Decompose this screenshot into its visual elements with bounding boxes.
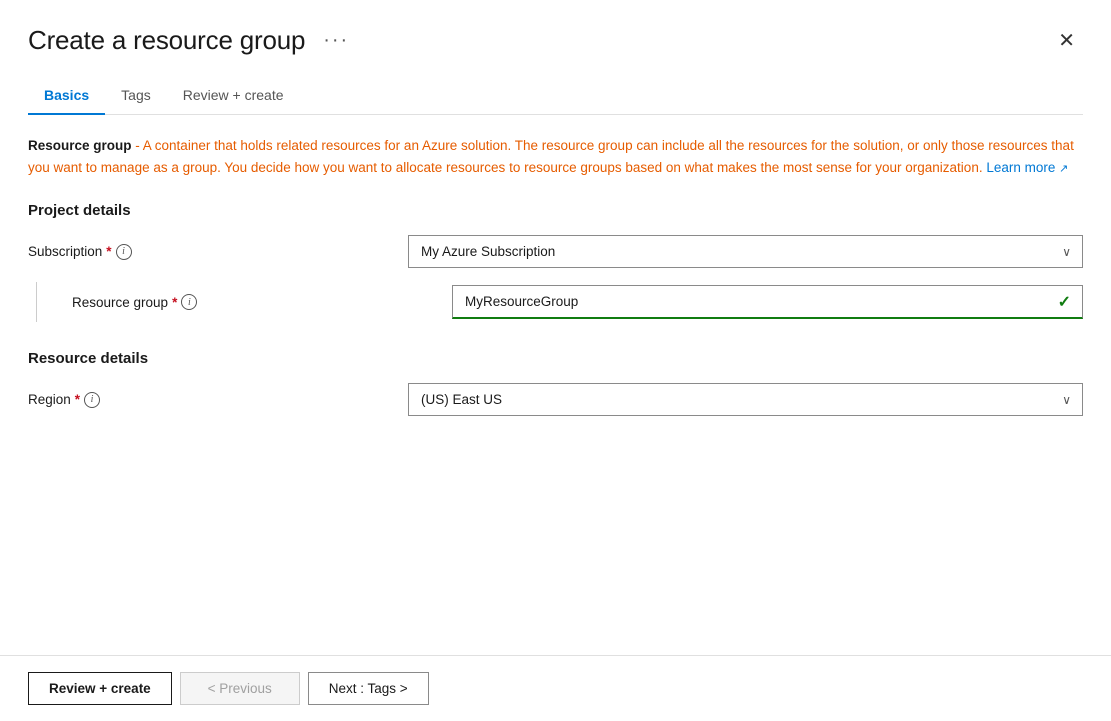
- resource-group-required: *: [172, 295, 177, 310]
- project-details-title: Project details: [28, 202, 1083, 219]
- indent-line: [36, 282, 64, 322]
- description-text: Resource group - A container that holds …: [28, 135, 1083, 178]
- tab-tags[interactable]: Tags: [105, 77, 167, 115]
- next-tags-button[interactable]: Next : Tags >: [308, 672, 429, 705]
- subscription-info-icon[interactable]: i: [116, 244, 132, 260]
- subscription-row: Subscription * i My Azure Subscription ∨: [28, 235, 1083, 268]
- dialog-header: Create a resource group ··· ✕: [0, 0, 1111, 57]
- tab-bar: Basics Tags Review + create: [28, 77, 1083, 115]
- region-label: Region * i: [28, 392, 408, 408]
- review-create-button[interactable]: Review + create: [28, 672, 172, 705]
- resource-group-control: MyResourceGroup ✓: [452, 285, 1083, 319]
- region-row: Region * i (US) East US ∨: [28, 383, 1083, 416]
- subscription-label: Subscription * i: [28, 244, 408, 260]
- region-select-wrapper: (US) East US ∨: [408, 383, 1083, 416]
- indent-content: Resource group * i MyResourceGroup ✓: [72, 285, 1083, 319]
- resource-group-select-wrapper: MyResourceGroup ✓: [452, 285, 1083, 319]
- dialog-footer: Review + create < Previous Next : Tags >: [0, 655, 1111, 721]
- tab-basics[interactable]: Basics: [28, 77, 105, 115]
- subscription-control: My Azure Subscription ∨: [408, 235, 1083, 268]
- resource-group-select[interactable]: MyResourceGroup: [452, 285, 1083, 319]
- region-control: (US) East US ∨: [408, 383, 1083, 416]
- learn-more-link[interactable]: Learn more: [986, 160, 1055, 175]
- subscription-select[interactable]: My Azure Subscription: [408, 235, 1083, 268]
- previous-button: < Previous: [180, 672, 300, 705]
- region-select[interactable]: (US) East US: [408, 383, 1083, 416]
- resource-group-row: Resource group * i MyResourceGroup ✓: [28, 282, 1083, 322]
- description-body: - A container that holds related resourc…: [28, 138, 1074, 175]
- resource-details-title: Resource details: [28, 350, 1083, 367]
- dialog-title: Create a resource group: [28, 25, 305, 56]
- subscription-required: *: [106, 244, 111, 259]
- resource-details-section: Resource details Region * i (US) East US…: [28, 350, 1083, 416]
- close-button[interactable]: ✕: [1050, 24, 1083, 57]
- region-required: *: [75, 392, 80, 407]
- title-row: Create a resource group ···: [28, 25, 355, 56]
- description-bold: Resource group: [28, 138, 132, 153]
- dialog-body: Basics Tags Review + create Resource gro…: [0, 57, 1111, 655]
- resource-group-label: Resource group * i: [72, 294, 452, 310]
- resource-group-info-icon[interactable]: i: [181, 294, 197, 310]
- more-options-button[interactable]: ···: [317, 27, 355, 54]
- tab-review-create[interactable]: Review + create: [167, 77, 300, 115]
- region-info-icon[interactable]: i: [84, 392, 100, 408]
- external-link-icon: ↗: [1059, 163, 1068, 175]
- subscription-select-wrapper: My Azure Subscription ∨: [408, 235, 1083, 268]
- create-resource-group-dialog: Create a resource group ··· ✕ Basics Tag…: [0, 0, 1111, 721]
- project-details-section: Project details Subscription * i My Azur…: [28, 202, 1083, 322]
